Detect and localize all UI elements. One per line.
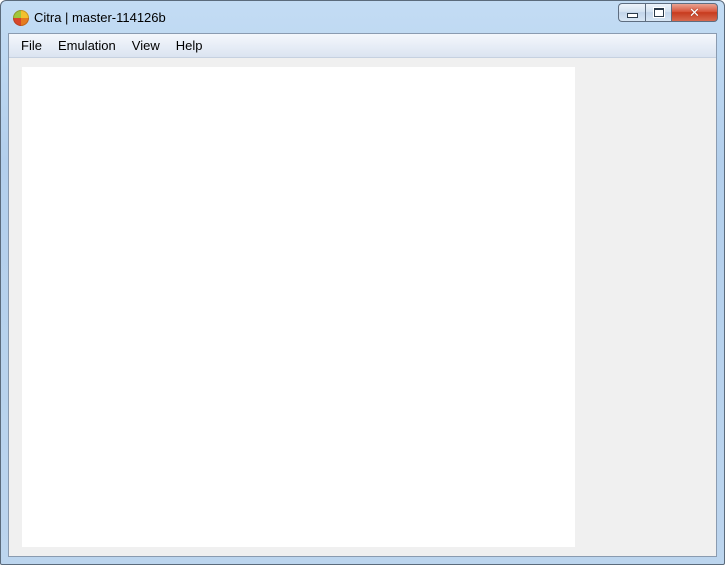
citra-main-window: Citra | master-114126b ✕ File Emulation … (0, 0, 725, 565)
close-icon: ✕ (689, 5, 700, 20)
citra-logo-icon[interactable] (13, 10, 29, 26)
caption-buttons: ✕ (618, 3, 718, 22)
maximize-button[interactable] (645, 3, 671, 22)
maximize-icon (653, 8, 664, 17)
minimize-icon (626, 13, 638, 18)
client-area: File Emulation View Help (8, 33, 717, 557)
window-title: Citra | master-114126b (34, 10, 166, 25)
close-button[interactable]: ✕ (671, 3, 718, 22)
minimize-button[interactable] (618, 3, 645, 22)
menu-view[interactable]: View (124, 35, 168, 57)
menu-file[interactable]: File (9, 35, 50, 57)
menu-emulation[interactable]: Emulation (50, 35, 124, 57)
render-area[interactable] (22, 67, 575, 547)
menu-bar: File Emulation View Help (9, 34, 716, 58)
title-bar[interactable]: Citra | master-114126b ✕ (1, 1, 724, 32)
menu-help[interactable]: Help (168, 35, 211, 57)
